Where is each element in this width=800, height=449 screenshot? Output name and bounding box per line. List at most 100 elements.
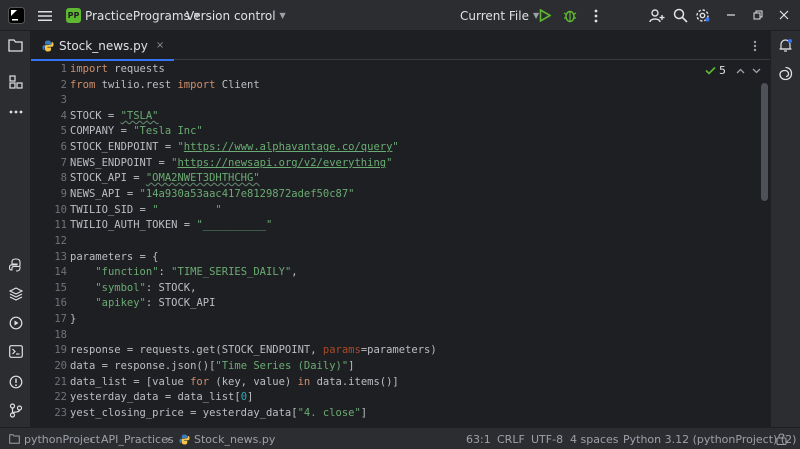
vertical-scrollbar[interactable] (761, 83, 768, 201)
code-text: NEWS_API = (70, 188, 140, 200)
app-logo-icon[interactable] (8, 7, 25, 24)
code-line: import requests (70, 63, 165, 75)
chevron-down-icon[interactable] (750, 65, 762, 77)
code-line: NEWS_ENDPOINT = "https://newsapi.org/v2/… (70, 157, 392, 169)
python-interpreter[interactable]: Python 3.12 (pythonProject) (2) (623, 428, 796, 449)
code-text: STOCK_ENDPOINT = (70, 141, 178, 153)
close-tab-icon[interactable]: × (156, 40, 164, 51)
string-literal: "OMA2NWET3DHTHCHG" (145, 172, 260, 184)
line-number: 11 (54, 219, 67, 231)
chevron-down-icon: ▼ (279, 11, 286, 20)
terminal-icon[interactable] (7, 343, 24, 360)
add-user-icon[interactable] (648, 7, 665, 24)
code-text: , (291, 266, 298, 278)
keyword: import (177, 79, 216, 91)
inspection-count: 5 (719, 64, 726, 77)
python-packages-icon[interactable] (7, 285, 24, 302)
python-file-icon (178, 433, 190, 445)
python-console-icon[interactable] (7, 256, 24, 273)
line-number: 6 (60, 141, 67, 153)
keyword: in (297, 376, 311, 388)
string-literal: " (392, 141, 399, 153)
notifications-bell-icon[interactable] (777, 37, 794, 54)
cursor-position[interactable]: 63:1 (466, 428, 491, 449)
code-text: ] (360, 407, 368, 419)
keyword: from (70, 79, 96, 91)
keyword: import (70, 63, 108, 75)
line-number: 21 (54, 376, 67, 388)
project-folder-icon[interactable] (7, 37, 24, 54)
line-number: 14 (54, 266, 67, 278)
more-tools-icon[interactable] (7, 103, 24, 120)
breadcrumb-file[interactable]: Stock_news.py (178, 428, 275, 449)
problems-icon[interactable] (7, 373, 24, 390)
tab-options-icon[interactable] (749, 38, 761, 54)
settings-gear-icon[interactable] (694, 7, 711, 24)
run-icon[interactable] (537, 8, 552, 23)
run-config-selector[interactable]: Current File ▼ (460, 0, 539, 31)
code-line: COMPANY = "Tesla Inc" (70, 125, 203, 137)
string-literal: "symbol" (95, 282, 146, 294)
url-link[interactable]: https://www.alphavantage.co/query (184, 141, 393, 153)
lock-icon[interactable] (774, 432, 788, 446)
line-number: 2 (60, 79, 67, 91)
line-separator[interactable]: CRLF (497, 428, 525, 449)
code-line: NEWS_API = "14a930a53aac417e8129872adef5… (70, 188, 354, 200)
chevron-up-icon[interactable] (734, 65, 746, 77)
restore-icon[interactable] (751, 8, 765, 22)
line-number: 15 (54, 282, 67, 294)
line-number: 22 (54, 391, 67, 403)
code-text: } (70, 313, 77, 325)
python-file-icon (41, 39, 54, 52)
code-text: ] (348, 360, 355, 372)
code-line: from twilio.rest import Client (70, 79, 260, 91)
string-literal: "Tesla Inc" (133, 125, 203, 137)
debug-icon[interactable] (562, 7, 578, 23)
code-text: response = requests.get(STOCK_ENDPOINT, (70, 344, 323, 356)
code-text: twilio.rest (95, 79, 178, 91)
url-link[interactable]: https://newsapi.org/v2/everything (177, 157, 386, 169)
line-number: 5 (60, 125, 67, 137)
file-encoding[interactable]: UTF-8 (531, 428, 563, 449)
structure-icon[interactable] (7, 73, 24, 90)
folder-icon (8, 433, 20, 445)
code-text: (key, value) (209, 376, 298, 388)
code-line: STOCK_API = "OMA2NWET3DHTHCHG" (70, 172, 260, 184)
string-literal: "function" (95, 266, 159, 278)
version-control-menu[interactable]: Version control ▼ (186, 0, 286, 31)
search-icon[interactable] (672, 7, 689, 24)
indent-setting[interactable]: 4 spaces (570, 428, 619, 449)
services-icon[interactable] (7, 314, 24, 331)
line-number: 12 (54, 235, 67, 247)
breadcrumb-separator: › (89, 432, 94, 446)
string-literal: "Time Series (Daily)" (215, 360, 349, 372)
code-line: STOCK_ENDPOINT = "https://www.alphavanta… (70, 141, 399, 153)
git-branch-icon[interactable] (7, 402, 24, 419)
tab-label: Stock_news.py (59, 38, 148, 53)
more-actions-icon[interactable] (590, 8, 602, 24)
code-editor[interactable]: 1 2 3 4 5 6 7 8 9 10 11 12 13 14 15 16 1… (31, 61, 770, 427)
project-selector[interactable]: PP PracticePrograms ▼ (66, 0, 200, 31)
line-number: 3 (60, 94, 67, 106)
string-literal: " " (152, 204, 222, 216)
code-text: Client (215, 79, 260, 91)
minimize-icon[interactable] (724, 8, 738, 22)
breadcrumb-project[interactable]: pythonProject (8, 428, 100, 449)
inspection-widget[interactable]: 5 (704, 64, 762, 77)
main-menu-icon[interactable] (37, 8, 53, 24)
tab-stock-news[interactable]: Stock_news.py × (31, 31, 175, 61)
breadcrumb-folder[interactable]: API_Practices (101, 428, 174, 449)
code-text: COMPANY = (70, 125, 134, 137)
line-number: 17 (54, 313, 67, 325)
code-text: parameters = { (70, 251, 159, 263)
line-number: 16 (54, 297, 67, 309)
ai-assistant-icon[interactable] (777, 65, 794, 82)
code-text: STOCK_API = (70, 172, 146, 184)
keyword-argument: params (322, 344, 361, 356)
breadcrumb-folder-label: API_Practices (101, 432, 174, 446)
code-line: "symbol": STOCK, (70, 282, 196, 294)
close-window-icon[interactable] (777, 8, 791, 22)
line-number: 9 (60, 188, 67, 200)
code-line: TWILIO_SID = " " (70, 204, 222, 216)
